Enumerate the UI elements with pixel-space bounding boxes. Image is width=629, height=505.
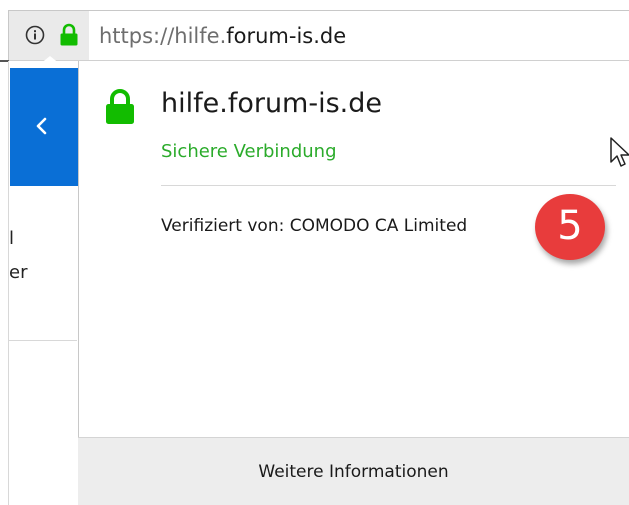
lock-icon	[104, 88, 136, 126]
url-bar[interactable]: https://hilfe.forum-is.de	[8, 10, 629, 61]
more-info-button[interactable]: Weitere Informationen	[78, 438, 629, 505]
identity-box[interactable]	[9, 11, 89, 61]
popup-divider	[161, 185, 616, 186]
verified-by-text: Verifiziert von: COMODO CA Limited	[161, 216, 468, 236]
chevron-left-icon[interactable]	[32, 115, 52, 137]
url-text[interactable]: https://hilfe.forum-is.de	[99, 24, 346, 48]
mouse-cursor-icon	[609, 136, 629, 170]
lock-icon[interactable]	[59, 23, 79, 47]
page-text-fragment: er	[9, 262, 28, 283]
url-subdomain: hilfe.	[174, 24, 227, 48]
url-host: forum-is.de	[226, 24, 347, 48]
url-scheme: https://	[99, 24, 175, 48]
left-frame-border	[8, 61, 9, 505]
page-divider	[9, 340, 77, 341]
popup-footer: Weitere Informationen	[78, 437, 629, 505]
popup-arrow	[40, 56, 60, 64]
toolbar-top-strip	[0, 0, 629, 8]
info-icon[interactable]	[25, 25, 45, 45]
connection-status[interactable]: Sichere Verbindung	[161, 141, 337, 162]
step-badge: 5	[535, 194, 605, 260]
page-text-fragment: l	[9, 228, 15, 249]
popup-host-title: hilfe.forum-is.de	[161, 88, 382, 119]
